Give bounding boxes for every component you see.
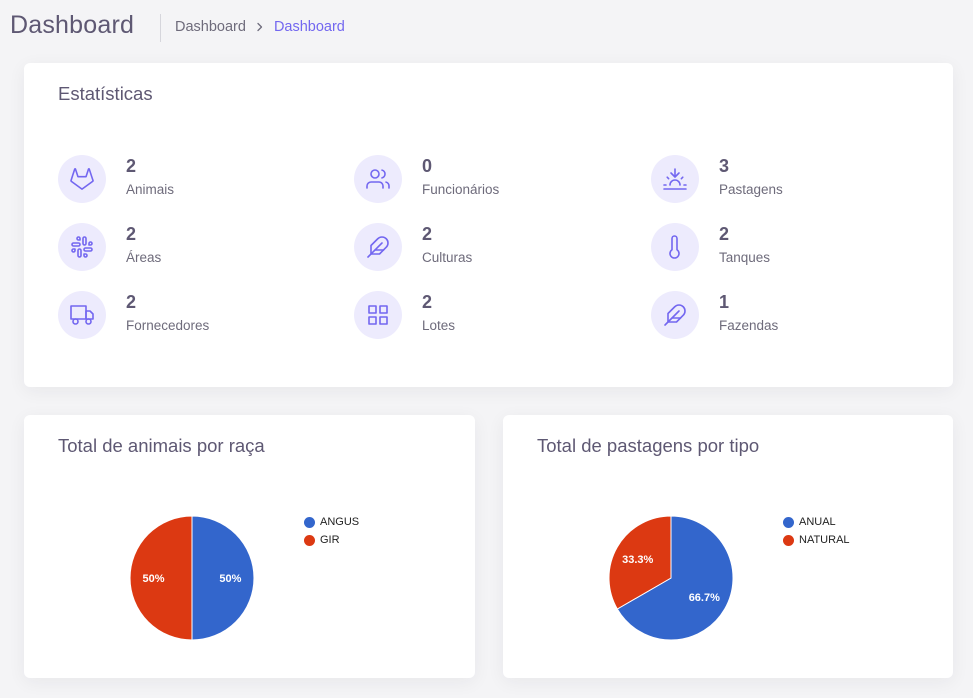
legend-label: NATURAL bbox=[799, 534, 850, 546]
stat-value: 1 bbox=[719, 292, 730, 312]
feather-icon bbox=[651, 291, 699, 339]
legend-swatch bbox=[304, 534, 315, 546]
thermometer-icon bbox=[651, 223, 699, 271]
breadcrumb: Dashboard Dashboard bbox=[175, 19, 345, 35]
legend-swatch bbox=[783, 534, 794, 546]
grid-icon bbox=[354, 291, 402, 339]
stat-areas[interactable]: 2 Áreas bbox=[58, 223, 308, 273]
breadcrumb-current: Dashboard bbox=[273, 19, 345, 35]
stat-label: Lotes bbox=[422, 318, 456, 333]
chart-legend: ANUAL NATURAL bbox=[783, 513, 850, 549]
stat-label: Pastagens bbox=[719, 182, 783, 197]
slack-icon bbox=[58, 223, 106, 271]
stat-label: Tanques bbox=[719, 250, 771, 265]
gitlab-icon bbox=[58, 155, 106, 203]
pie-slice-label: 50% bbox=[143, 573, 165, 585]
chart-card-animais-por-raca: Total de animais por raça 50% 50% ANGUS G… bbox=[24, 415, 475, 678]
legend-item[interactable]: ANGUS bbox=[304, 513, 359, 531]
stats-card: Estatísticas 2 Animais 0 Funcionários 3 … bbox=[24, 63, 953, 387]
pie-slice-label: 50% bbox=[219, 573, 241, 585]
stat-label: Funcionários bbox=[422, 182, 500, 197]
stat-animais[interactable]: 2 Animais bbox=[58, 155, 308, 205]
stat-fazendas[interactable]: 1 Fazendas bbox=[651, 291, 901, 341]
stat-value: 2 bbox=[126, 224, 137, 244]
stat-tanques[interactable]: 2 Tanques bbox=[651, 223, 901, 273]
legend-label: GIR bbox=[320, 534, 340, 546]
legend-item[interactable]: ANUAL bbox=[783, 513, 850, 531]
pie-slice-label: 66.7% bbox=[689, 592, 720, 604]
pie-chart-pastagens: 66.7% 33.3% bbox=[608, 515, 734, 641]
stat-fornecedores[interactable]: 2 Fornecedores bbox=[58, 291, 308, 341]
pie-slice-label: 33.3% bbox=[622, 554, 653, 566]
header-divider bbox=[160, 14, 161, 42]
stat-value: 2 bbox=[719, 224, 730, 244]
stat-label: Fornecedores bbox=[126, 318, 210, 333]
legend-label: ANGUS bbox=[320, 516, 360, 528]
legend-item[interactable]: NATURAL bbox=[783, 531, 850, 549]
stat-lotes[interactable]: 2 Lotes bbox=[354, 291, 604, 341]
stat-label: Áreas bbox=[126, 250, 162, 265]
sunrise-icon bbox=[651, 155, 699, 203]
page-header: Dashboard Dashboard Dashboard bbox=[0, 0, 973, 56]
stat-culturas[interactable]: 2 Culturas bbox=[354, 223, 604, 273]
stat-value: 2 bbox=[422, 224, 433, 244]
truck-icon bbox=[58, 291, 106, 339]
chevron-right-icon bbox=[254, 19, 266, 35]
stat-value: 2 bbox=[126, 156, 137, 176]
legend-swatch bbox=[304, 516, 315, 528]
pie-chart-animais: 50% 50% bbox=[129, 515, 255, 641]
legend-item[interactable]: GIR bbox=[304, 531, 359, 549]
stat-label: Fazendas bbox=[719, 318, 779, 333]
page-title: Dashboard bbox=[10, 11, 135, 39]
legend-label: ANUAL bbox=[799, 516, 836, 528]
feather-icon bbox=[354, 223, 402, 271]
stat-label: Culturas bbox=[422, 250, 473, 265]
chart-legend: ANGUS GIR bbox=[304, 513, 359, 549]
stat-value: 2 bbox=[422, 292, 433, 312]
users-icon bbox=[354, 155, 402, 203]
stat-funcionarios[interactable]: 0 Funcionários bbox=[354, 155, 604, 205]
legend-swatch bbox=[783, 516, 794, 528]
breadcrumb-link-dashboard[interactable]: Dashboard bbox=[175, 19, 246, 35]
stats-title: Estatísticas bbox=[58, 83, 153, 104]
chart-card-pastagens-por-tipo: Total de pastagens por tipo 66.7% 33.3% A… bbox=[503, 415, 953, 678]
stat-pastagens[interactable]: 3 Pastagens bbox=[651, 155, 901, 205]
stat-label: Animais bbox=[126, 182, 175, 197]
stat-value: 3 bbox=[719, 156, 730, 176]
stat-value: 0 bbox=[422, 156, 433, 176]
stat-value: 2 bbox=[126, 292, 137, 312]
